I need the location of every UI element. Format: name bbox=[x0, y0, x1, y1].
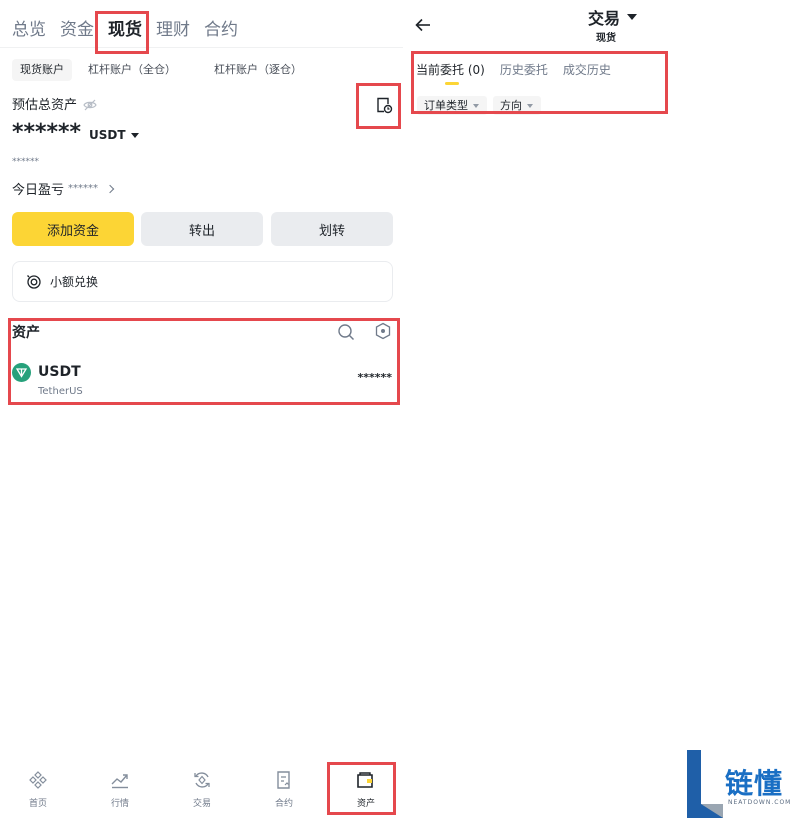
nav-markets-label: 行情 bbox=[110, 799, 129, 809]
home-diamond-icon bbox=[29, 771, 47, 789]
small-balance-convert[interactable]: 小额兑换 bbox=[12, 261, 393, 302]
estimated-balance-label: 预估总资产 bbox=[12, 98, 78, 113]
transfer-button[interactable]: 划转 bbox=[271, 212, 393, 246]
tab-trade-history[interactable]: 成交历史 bbox=[563, 61, 611, 78]
caret-down-icon bbox=[130, 132, 139, 138]
order-type-filter-label: 订单类型 bbox=[424, 99, 468, 112]
nav-assets[interactable]: 资产 bbox=[336, 770, 396, 809]
hide-small-assets-icon[interactable] bbox=[374, 322, 392, 340]
usdt-coin-icon bbox=[12, 363, 31, 382]
nav-trade-label: 交易 bbox=[192, 799, 211, 809]
nav-futures-label: 合约 bbox=[274, 799, 293, 809]
sub-tab-isolated-margin[interactable]: 杠杆账户（逐仓） bbox=[206, 59, 310, 81]
tab-overview[interactable]: 总览 bbox=[12, 15, 46, 40]
tab-futures[interactable]: 合约 bbox=[204, 15, 238, 40]
convert-label: 小额兑换 bbox=[50, 275, 99, 289]
estimated-balance-row: 预估总资产 bbox=[12, 94, 97, 113]
asset-balance: ****** bbox=[357, 371, 392, 384]
order-tabs: 当前委托 (0) 历史委托 成交历史 bbox=[416, 61, 626, 78]
assets-panel: 总览 资金 现货 理财 合约 现货账户 杠杆账户（全仓） 杠杆账户（逐仓） 预估… bbox=[0, 0, 403, 820]
watermark-logo: 链懂 NEATDOWN.COM bbox=[685, 748, 800, 820]
history-record-icon[interactable] bbox=[375, 96, 393, 114]
balance-row: ****** USDT bbox=[12, 120, 139, 145]
trade-title-selector[interactable]: 交易 bbox=[588, 5, 638, 29]
eye-hidden-icon[interactable] bbox=[83, 97, 97, 111]
futures-document-icon bbox=[277, 771, 290, 789]
asset-symbol[interactable]: USDT bbox=[38, 364, 81, 380]
nav-trade[interactable]: 交易 bbox=[172, 770, 232, 809]
asset-name: TetherUS bbox=[38, 386, 83, 397]
orders-panel: 交易 现货 当前委托 (0) 历史委托 成交历史 订单类型 方向 bbox=[403, 0, 800, 820]
today-pnl-label: 今日盈亏 bbox=[12, 183, 65, 198]
chevron-right-icon bbox=[105, 184, 115, 193]
watermark-l-icon bbox=[687, 750, 723, 818]
active-tab-underline bbox=[445, 82, 459, 85]
nav-home-label: 首页 bbox=[28, 799, 47, 809]
tab-funding[interactable]: 资金 bbox=[60, 15, 94, 40]
order-filters: 订单类型 方向 bbox=[417, 96, 547, 115]
wallet-icon bbox=[357, 772, 373, 788]
today-pnl-value: ****** bbox=[68, 183, 99, 194]
search-icon[interactable] bbox=[337, 323, 355, 341]
sub-tab-spot-account[interactable]: 现货账户 bbox=[12, 59, 72, 81]
withdraw-button[interactable]: 转出 bbox=[141, 212, 263, 246]
total-balance: ****** bbox=[12, 120, 82, 145]
tab-spot[interactable]: 现货 bbox=[108, 15, 142, 40]
convert-icon bbox=[26, 274, 42, 290]
today-pnl-row[interactable]: 今日盈亏 ****** bbox=[12, 179, 115, 198]
watermark-url: NEATDOWN.COM bbox=[728, 799, 792, 806]
assets-section-title: 资产 bbox=[12, 325, 40, 341]
currency-label: USDT bbox=[89, 128, 126, 142]
tab-open-orders[interactable]: 当前委托 (0) bbox=[416, 61, 485, 78]
account-sub-tabs: 现货账户 杠杆账户（全仓） 杠杆账户（逐仓） bbox=[12, 59, 318, 81]
watermark-text: 链懂 bbox=[725, 767, 784, 800]
direction-filter[interactable]: 方向 bbox=[493, 96, 541, 115]
wallet-tabs: 总览 资金 现货 理财 合约 bbox=[12, 14, 252, 40]
nav-futures[interactable]: 合约 bbox=[254, 770, 314, 809]
page-subtitle: 现货 bbox=[596, 33, 616, 44]
currency-selector[interactable]: USDT bbox=[89, 128, 139, 142]
sub-tab-cross-margin[interactable]: 杠杆账户（全仓） bbox=[80, 59, 184, 81]
back-arrow-icon[interactable] bbox=[415, 17, 431, 32]
trade-exchange-icon bbox=[194, 772, 210, 788]
order-type-filter[interactable]: 订单类型 bbox=[417, 96, 487, 115]
direction-filter-label: 方向 bbox=[500, 99, 522, 112]
caret-down-icon bbox=[473, 103, 479, 108]
tabs-divider bbox=[0, 47, 403, 48]
page-title: 交易 bbox=[588, 9, 621, 28]
chart-line-icon bbox=[111, 774, 128, 789]
nav-assets-label: 资产 bbox=[356, 799, 375, 809]
caret-down-icon bbox=[627, 14, 638, 20]
add-funds-button[interactable]: 添加资金 bbox=[12, 212, 134, 246]
nav-markets[interactable]: 行情 bbox=[90, 770, 150, 809]
nav-home[interactable]: 首页 bbox=[8, 770, 68, 809]
tab-order-history[interactable]: 历史委托 bbox=[500, 61, 548, 78]
bottom-navigation: 首页 行情 交易 合约 资产 bbox=[0, 760, 403, 820]
equivalent-balance: ****** bbox=[12, 157, 39, 167]
caret-down-icon bbox=[527, 103, 533, 108]
tab-earn[interactable]: 理财 bbox=[156, 15, 190, 40]
